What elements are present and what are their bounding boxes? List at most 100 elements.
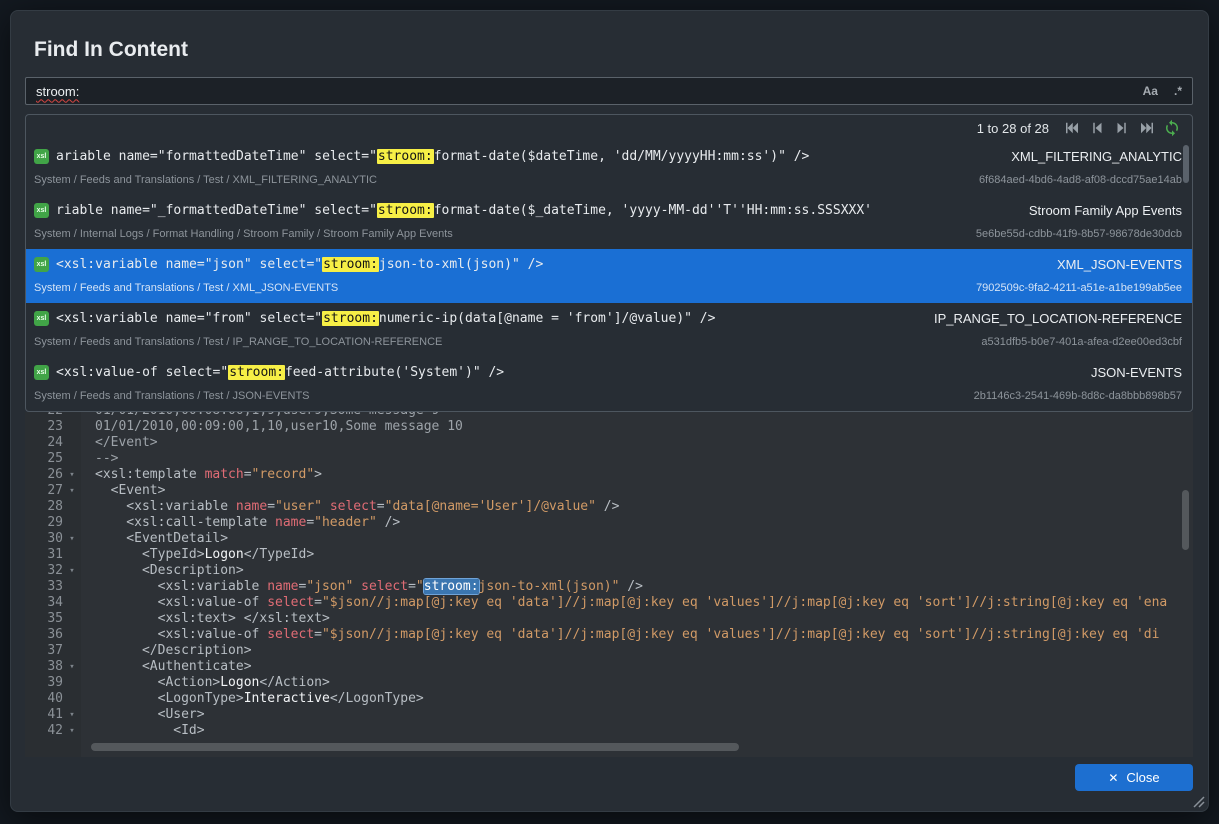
fold-arrow-icon[interactable]: ▾ bbox=[63, 563, 81, 579]
result-doc-name: XML_FILTERING_ANALYTIC bbox=[1011, 149, 1182, 164]
fold-spacer bbox=[63, 412, 81, 419]
result-item[interactable]: xslariable name="formattedDateTime" sele… bbox=[26, 141, 1192, 195]
code-text: <Event> bbox=[81, 483, 165, 499]
xslt-doc-icon: xsl bbox=[34, 203, 49, 218]
previous-page-icon bbox=[1088, 119, 1106, 137]
code-text: </Description> bbox=[81, 643, 252, 659]
regex-toggle-icon[interactable]: .* bbox=[1174, 84, 1182, 98]
code-text: <LogonType>Interactive</LogonType> bbox=[81, 691, 424, 707]
result-doc-name: XML_JSON-EVENTS bbox=[1057, 257, 1182, 272]
result-item[interactable]: xsl <xsl:variable name="json" select="str… bbox=[26, 249, 1192, 303]
result-code-snippet: <xsl:variable name="json" select="stroom… bbox=[56, 257, 1039, 272]
search-query-text: stroom: bbox=[36, 84, 79, 99]
result-path: System / Feeds and Translations / Test /… bbox=[34, 336, 963, 348]
result-doc-name: IP_RANGE_TO_LOCATION-REFERENCE bbox=[934, 311, 1182, 326]
editor-horizontal-scrollbar[interactable] bbox=[91, 743, 739, 751]
code-text: 01/01/2010,00:08:00,1,9,user9,Some messa… bbox=[81, 412, 439, 419]
fold-arrow-icon[interactable]: ▾ bbox=[63, 707, 81, 723]
first-page-icon bbox=[1063, 119, 1081, 137]
editor-line: 24 </Event> bbox=[25, 435, 1193, 451]
last-page-button[interactable] bbox=[1137, 118, 1157, 138]
line-number: 27 bbox=[25, 483, 63, 499]
editor-vertical-scrollbar[interactable] bbox=[1182, 490, 1189, 550]
resize-grip-icon bbox=[1190, 793, 1205, 808]
result-doc-name: Stroom Family App Events bbox=[1029, 203, 1182, 218]
fold-arrow-icon[interactable]: ▾ bbox=[63, 467, 81, 483]
editor-line: 41▾ <User> bbox=[25, 707, 1193, 723]
line-number: 42 bbox=[25, 723, 63, 739]
previous-page-button[interactable] bbox=[1087, 118, 1107, 138]
results-panel: 1 to 28 of 28 xslariable name="formatted… bbox=[25, 114, 1193, 412]
result-uuid: 5e6be55d-cdbb-41f9-8b57-98678de30dcb bbox=[976, 228, 1182, 240]
line-number: 29 bbox=[25, 515, 63, 531]
result-item[interactable]: xsl <xsl:variable name="from" select="str… bbox=[26, 303, 1192, 357]
app-root: { "dialog": { "title": "Find In Content"… bbox=[0, 0, 1219, 824]
match-case-toggle-icon[interactable]: Aa bbox=[1143, 84, 1158, 98]
close-button[interactable]: ✕ Close bbox=[1075, 764, 1193, 791]
search-input[interactable]: stroom: Aa .* bbox=[25, 77, 1193, 105]
fold-arrow-icon[interactable]: ▾ bbox=[63, 723, 81, 739]
fold-spacer bbox=[63, 595, 81, 611]
pagination-bar: 1 to 28 of 28 bbox=[26, 115, 1192, 141]
editor-line: 34 <xsl:value-of select="$json//j:map[@j… bbox=[25, 595, 1193, 611]
fold-spacer bbox=[63, 547, 81, 563]
result-uuid: a531dfb5-b0e7-401a-afea-d2ee00ed3cbf bbox=[981, 336, 1182, 348]
code-text: <xsl:call-template name="header" /> bbox=[81, 515, 400, 531]
resize-handle[interactable] bbox=[1190, 793, 1205, 808]
line-number: 37 bbox=[25, 643, 63, 659]
line-number: 36 bbox=[25, 627, 63, 643]
editor-line: 2301/01/2010,00:09:00,1,10,user10,Some m… bbox=[25, 419, 1193, 435]
result-item[interactable]: xsl<xsl:value-of select="stroom:feed-att… bbox=[26, 357, 1192, 411]
result-doc-name: JSON-EVENTS bbox=[1091, 365, 1182, 380]
match-highlight: stroom: bbox=[377, 203, 434, 218]
result-code-snippet: riable name="_formattedDateTime" select=… bbox=[56, 203, 1011, 218]
code-text: <User> bbox=[81, 707, 205, 723]
code-text: </Event> bbox=[81, 435, 158, 451]
code-text: <xsl:template match="record"> bbox=[81, 467, 322, 483]
line-number: 24 bbox=[25, 435, 63, 451]
line-number: 30 bbox=[25, 531, 63, 547]
xslt-doc-icon: xsl bbox=[34, 311, 49, 326]
code-text: <Id> bbox=[81, 723, 205, 739]
xslt-doc-icon: xsl bbox=[34, 257, 49, 272]
fold-spacer bbox=[63, 691, 81, 707]
result-item[interactable]: xsl riable name="_formattedDateTime" sele… bbox=[26, 195, 1192, 249]
fold-spacer bbox=[63, 675, 81, 691]
line-number: 31 bbox=[25, 547, 63, 563]
line-number: 38 bbox=[25, 659, 63, 675]
next-page-icon bbox=[1113, 119, 1131, 137]
editor-line: 42▾ <Id> bbox=[25, 723, 1193, 739]
result-path: System / Feeds and Translations / Test /… bbox=[34, 390, 956, 402]
line-number: 34 bbox=[25, 595, 63, 611]
editor-line: 22 01/01/2010,00:08:00,1,9,user9,Some mes… bbox=[25, 412, 1193, 419]
code-text: <xsl:variable name="json" select="stroom… bbox=[81, 579, 643, 595]
line-number: 40 bbox=[25, 691, 63, 707]
fold-arrow-icon[interactable]: ▾ bbox=[63, 483, 81, 499]
line-number: 35 bbox=[25, 611, 63, 627]
fold-arrow-icon[interactable]: ▾ bbox=[63, 531, 81, 547]
code-text: --> bbox=[81, 451, 118, 467]
line-number: 33 bbox=[25, 579, 63, 595]
fold-spacer bbox=[63, 419, 81, 435]
xslt-editor[interactable]: 22 01/01/2010,00:08:00,1,9,user9,Some mes… bbox=[25, 412, 1193, 757]
line-number: 25 bbox=[25, 451, 63, 467]
match-highlight: stroom: bbox=[228, 365, 285, 380]
line-number: 26 bbox=[25, 467, 63, 483]
editor-match-highlight: stroom: bbox=[424, 579, 479, 594]
editor-line: 35 <xsl:text> </xsl:text> bbox=[25, 611, 1193, 627]
result-code-snippet: <xsl:variable name="from" select="stroom… bbox=[56, 311, 916, 326]
result-path: System / Feeds and Translations / Test /… bbox=[34, 282, 958, 294]
fold-arrow-icon[interactable]: ▾ bbox=[63, 659, 81, 675]
result-code-snippet: ariable name="formattedDateTime" select=… bbox=[56, 149, 993, 164]
first-page-button[interactable] bbox=[1062, 118, 1082, 138]
results-vertical-scrollbar[interactable] bbox=[1183, 145, 1189, 183]
line-number: 22 bbox=[25, 412, 63, 419]
next-page-button[interactable] bbox=[1112, 118, 1132, 138]
close-button-label: Close bbox=[1126, 770, 1159, 785]
refresh-button[interactable] bbox=[1162, 118, 1182, 138]
editor-line: 28 <xsl:variable name="user" select="dat… bbox=[25, 499, 1193, 515]
fold-spacer bbox=[63, 643, 81, 659]
close-icon: ✕ bbox=[1108, 772, 1118, 784]
editor-line: 31 <TypeId>Logon</TypeId> bbox=[25, 547, 1193, 563]
editor-line: 29 <xsl:call-template name="header" /> bbox=[25, 515, 1193, 531]
